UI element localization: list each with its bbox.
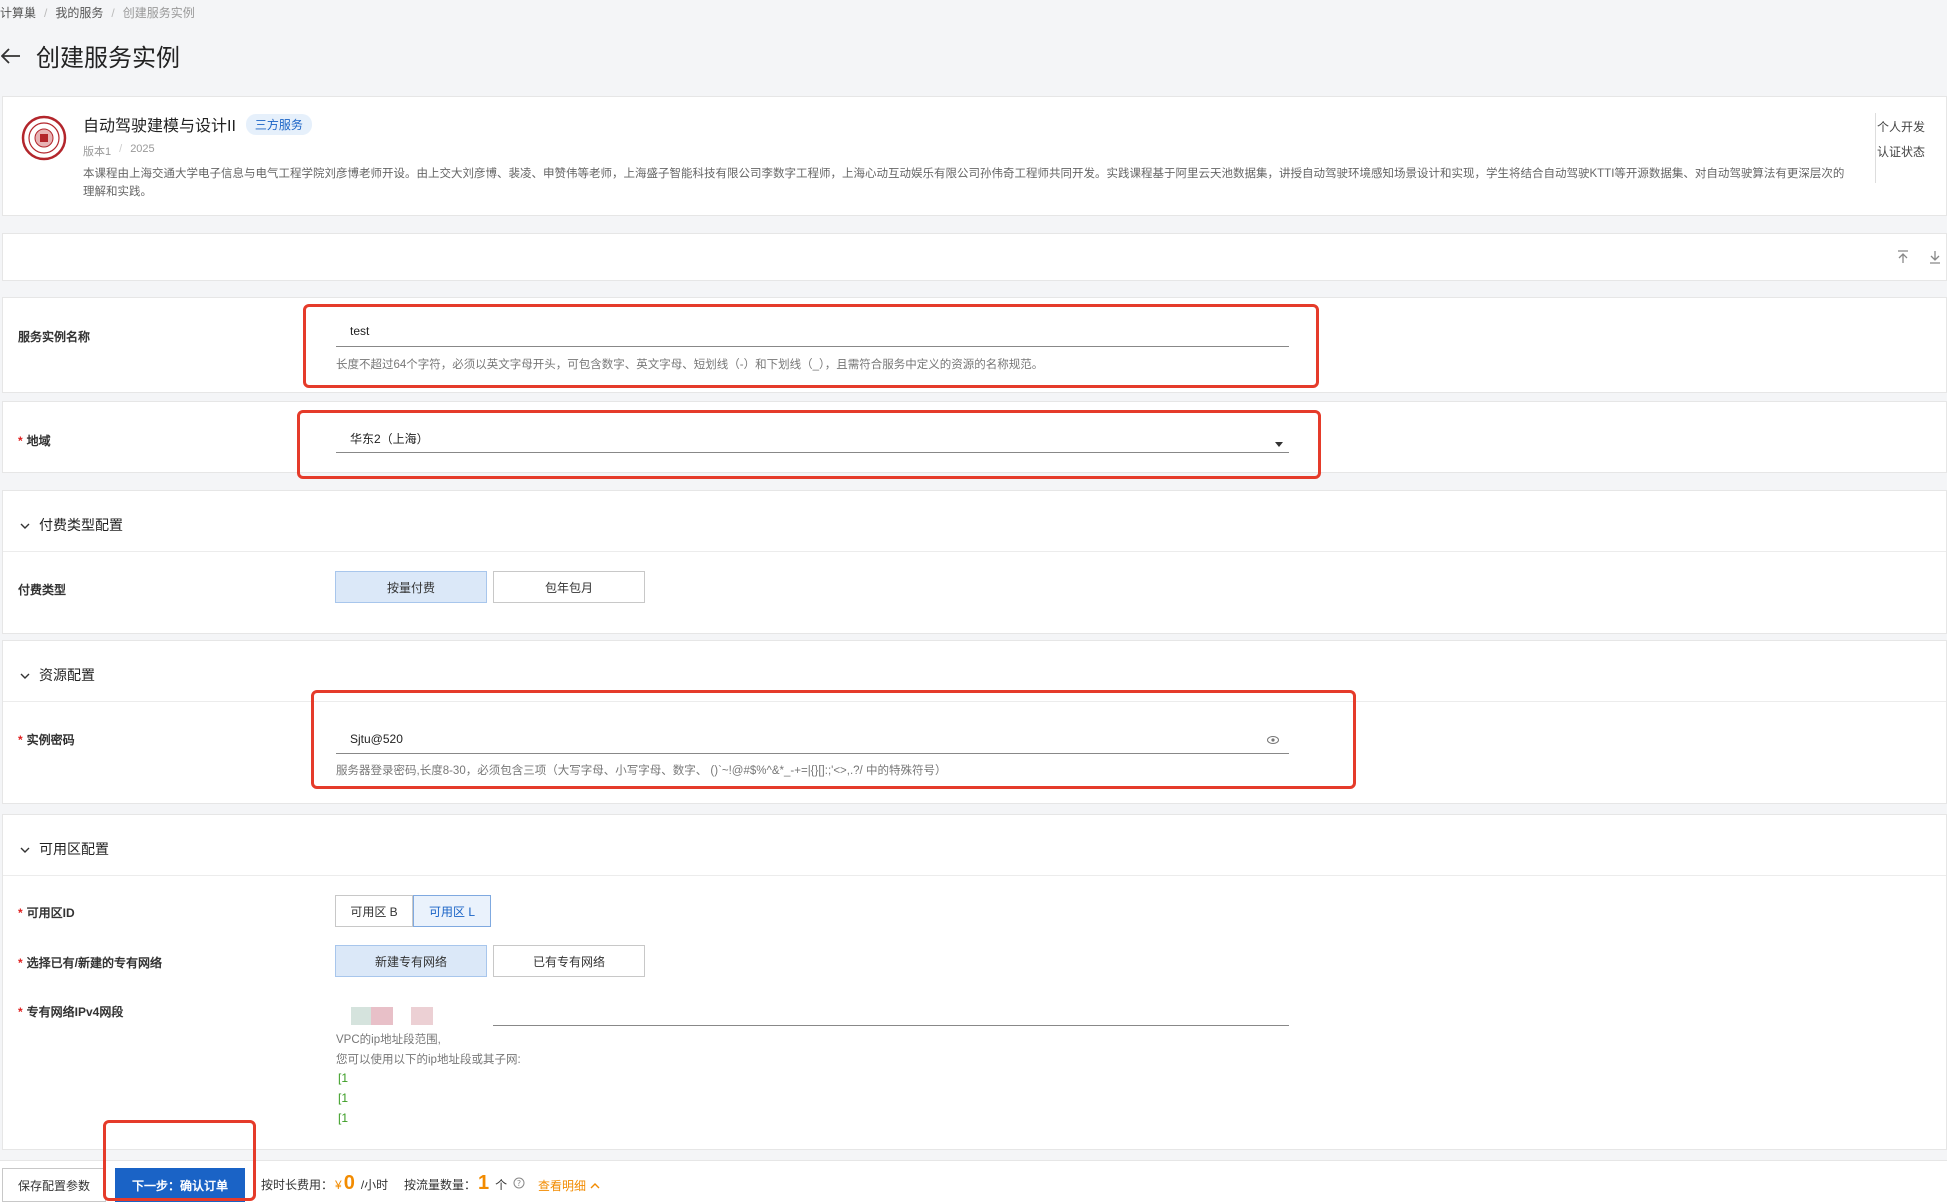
cidr-help-1: VPC的ip地址段范围, bbox=[336, 1034, 441, 1046]
cidr-label-text: 专有网络IPv4网段 bbox=[26, 1005, 124, 1019]
password-input[interactable]: Sjtu@520 bbox=[336, 721, 1289, 754]
vpc-option-existing[interactable]: 已有专有网络 bbox=[493, 945, 645, 977]
password-label-text: 实例密码 bbox=[26, 733, 75, 747]
vpc-option-new[interactable]: 新建专有网络 bbox=[335, 945, 487, 977]
traffic-label: 按流量数量： bbox=[404, 1178, 477, 1192]
password-value: Sjtu@520 bbox=[350, 732, 403, 746]
toolbar-card bbox=[2, 233, 1947, 281]
currency-symbol: ¥ bbox=[335, 1178, 342, 1192]
zone-option-b[interactable]: 可用区 B bbox=[335, 895, 413, 927]
section-divider bbox=[3, 551, 1946, 552]
chevron-down-icon bbox=[19, 519, 31, 531]
region-select[interactable]: 华东2（上海） bbox=[336, 424, 1289, 453]
next-confirm-order-button[interactable]: 下一步：确认订单 bbox=[115, 1168, 245, 1202]
region-label-text: 地域 bbox=[26, 434, 51, 448]
view-detail-text: 查看明细 bbox=[538, 1178, 587, 1193]
service-year-text: 2025 bbox=[130, 143, 155, 155]
region-label: * 地域 bbox=[18, 434, 51, 448]
service-card-divider bbox=[1875, 113, 1876, 183]
traffic-count-value: 1 bbox=[478, 1172, 490, 1194]
service-name: 自动驾驶建模与设计II 三方服务 bbox=[83, 112, 312, 136]
region-selected-value: 华东2（上海） bbox=[350, 432, 429, 446]
instance-name-label: 服务实例名称 bbox=[18, 330, 91, 344]
service-version: 版本1 / 2025 bbox=[83, 143, 155, 159]
instance-name-card: 服务实例名称 test 长度不超过64个字符，必须以英文字母开头，可包含数字、英… bbox=[2, 297, 1947, 393]
resource-card: 资源配置 * 实例密码 Sjtu@520 服务器登录密码,长度8-30，必须包含三… bbox=[2, 640, 1947, 804]
password-label: * 实例密码 bbox=[18, 733, 75, 747]
service-provider-info: 个人开发 认证状态 bbox=[1877, 115, 1925, 165]
cidr-suggestion[interactable]: [1 bbox=[338, 1111, 348, 1125]
page-title: 创建服务实例 bbox=[36, 45, 180, 72]
service-info-card: 自动驾驶建模与设计II 三方服务 版本1 / 2025 本课程由上海交通大学电子… bbox=[2, 96, 1947, 216]
breadcrumb-item-current: 创建服务实例 bbox=[122, 6, 195, 20]
back-arrow-icon[interactable] bbox=[0, 45, 22, 67]
zone-card: 可用区配置 * 可用区ID 可用区 B 可用区 L * 选择已有/新建的专有网络 新… bbox=[2, 814, 1947, 1150]
provider-auth-status: 认证状态 bbox=[1877, 145, 1926, 159]
instance-name-value: test bbox=[350, 324, 370, 338]
instance-name-help: 长度不超过64个字符，必须以英文字母开头，可包含数字、英文字母、短划线（-）和下… bbox=[336, 359, 1044, 371]
chevron-down-icon bbox=[19, 669, 31, 681]
billing-option-pay-as-you-go[interactable]: 按量付费 bbox=[335, 571, 487, 603]
traffic-unit: 个 bbox=[495, 1178, 508, 1192]
breadcrumb-item-computenest[interactable]: 计算巢 bbox=[0, 4, 36, 21]
billing-section-title: 付费类型配置 bbox=[39, 517, 123, 533]
breadcrumb-item-my-services[interactable]: 我的服务 bbox=[55, 4, 103, 21]
region-card: * 地域 华东2（上海） bbox=[2, 401, 1947, 473]
resource-section-title: 资源配置 bbox=[39, 667, 95, 683]
view-detail-link[interactable]: 查看明细 bbox=[538, 1176, 600, 1194]
svg-text:?: ? bbox=[517, 1179, 521, 1188]
provider-type: 个人开发 bbox=[1877, 120, 1926, 134]
upload-icon[interactable] bbox=[1896, 250, 1912, 266]
ip-segment-field[interactable] bbox=[411, 1007, 433, 1025]
vpc-label: * 选择已有/新建的专有网络 bbox=[18, 956, 163, 970]
zone-section-title: 可用区配置 bbox=[39, 841, 109, 857]
section-divider bbox=[3, 701, 1946, 702]
save-config-button[interactable]: 保存配置参数 bbox=[2, 1168, 106, 1202]
breadcrumb-separator: / bbox=[111, 5, 115, 20]
traffic-count: 按流量数量： 1 个 ? bbox=[404, 1172, 525, 1195]
hourly-cost-label: 按时长费用： bbox=[261, 1178, 334, 1192]
hourly-unit: /小时 bbox=[360, 1178, 389, 1192]
service-version-text: 版本1 bbox=[83, 146, 112, 158]
hourly-cost: 按时长费用： ¥ 0 /小时 bbox=[261, 1172, 388, 1195]
service-description: 本课程由上海交通大学电子信息与电气工程学院刘彦博老师开设。由上交大刘彦博、裴凌、… bbox=[83, 168, 1845, 198]
service-name-text: 自动驾驶建模与设计II bbox=[83, 118, 236, 135]
billing-type-label: 付费类型 bbox=[18, 583, 67, 597]
zone-section-header[interactable]: 可用区配置 bbox=[19, 839, 109, 859]
chevron-down-icon bbox=[19, 843, 31, 855]
caret-down-icon bbox=[1275, 434, 1283, 452]
ip-segment-field[interactable] bbox=[371, 1007, 393, 1025]
page-header: 创建服务实例 bbox=[0, 38, 180, 73]
section-divider bbox=[3, 875, 1946, 876]
cidr-label: * 专有网络IPv4网段 bbox=[18, 1005, 124, 1019]
university-logo-icon bbox=[21, 115, 67, 161]
eye-icon[interactable] bbox=[1267, 732, 1279, 750]
password-help: 服务器登录密码,长度8-30，必须包含三项（大写字母、小写字母、数字、 ()`~… bbox=[336, 765, 947, 777]
cidr-help-2: 您可以使用以下的ip地址段或其子网: bbox=[336, 1054, 521, 1066]
hourly-price: 0 bbox=[343, 1172, 355, 1194]
cidr-suggestion[interactable]: [1 bbox=[338, 1091, 348, 1105]
billing-section-header[interactable]: 付费类型配置 bbox=[19, 515, 123, 535]
ip-segment-field[interactable] bbox=[351, 1007, 373, 1025]
billing-option-subscription[interactable]: 包年包月 bbox=[493, 571, 645, 603]
resource-section-header[interactable]: 资源配置 bbox=[19, 665, 95, 685]
version-separator: / bbox=[119, 143, 123, 155]
instance-name-input[interactable]: test bbox=[336, 320, 1289, 347]
download-icon[interactable] bbox=[1928, 250, 1944, 266]
zone-id-label-text: 可用区ID bbox=[26, 906, 75, 920]
zone-id-label: * 可用区ID bbox=[18, 906, 75, 920]
breadcrumb-separator: / bbox=[44, 5, 48, 20]
service-type-tag: 三方服务 bbox=[245, 113, 312, 135]
billing-card: 付费类型配置 付费类型 按量付费 包年包月 bbox=[2, 490, 1947, 634]
breadcrumb: 计算巢 / 我的服务 / 创建服务实例 bbox=[0, 4, 195, 21]
cidr-mask-input[interactable] bbox=[493, 1011, 1289, 1026]
cidr-suggestion[interactable]: [1 bbox=[338, 1071, 348, 1085]
vpc-label-text: 选择已有/新建的专有网络 bbox=[26, 956, 163, 970]
zone-option-l[interactable]: 可用区 L bbox=[413, 895, 491, 927]
help-circle-icon[interactable]: ? bbox=[513, 1176, 525, 1194]
chevron-up-icon bbox=[590, 1176, 600, 1194]
